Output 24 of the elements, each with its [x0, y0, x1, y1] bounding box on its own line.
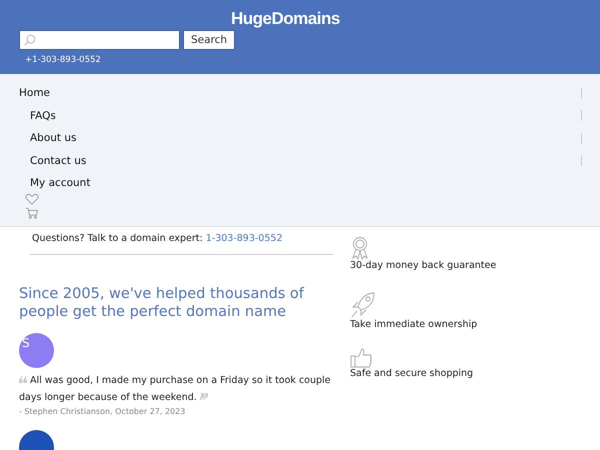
cart-icon[interactable] — [25, 206, 39, 218]
feature-label: 30-day money back guarantee — [350, 260, 496, 271]
search-button[interactable]: Search — [183, 30, 235, 50]
nav-link[interactable]: About us — [30, 132, 77, 144]
nav-link[interactable]: Home — [19, 87, 50, 100]
search-field[interactable] — [19, 30, 180, 50]
rocket-icon — [350, 291, 376, 319]
ribbon-icon — [350, 236, 370, 260]
review-author: - Stephen Christianson, October 27, 2023 — [19, 407, 186, 416]
heart-icon[interactable] — [25, 192, 39, 204]
feature-label: Safe and secure shopping — [350, 368, 474, 379]
nav-link[interactable]: Contact us — [30, 154, 86, 167]
phone-link[interactable]: +1-303-893-0552 — [25, 55, 101, 65]
nav-link[interactable]: FAQs — [30, 110, 56, 122]
logo[interactable]: HugeDomains — [231, 8, 340, 30]
thumbs-up-icon — [350, 348, 372, 368]
headline: Since 2005, we've helped thousands of people get the perfect domain name — [19, 285, 306, 321]
contact-text: Questions? Talk to a domain expert: — [32, 233, 203, 244]
feature-label: Take immediate ownership — [350, 319, 478, 330]
review-quote: All was good, I made my purchase on a Friday so it took couple days longer because of the weekend. — [19, 372, 334, 406]
nav-link[interactable]: My account — [30, 177, 90, 190]
search-icon — [24, 34, 36, 46]
phone-link[interactable]: 1-303-893-0552 — [206, 233, 282, 244]
avatar: S — [19, 333, 54, 368]
